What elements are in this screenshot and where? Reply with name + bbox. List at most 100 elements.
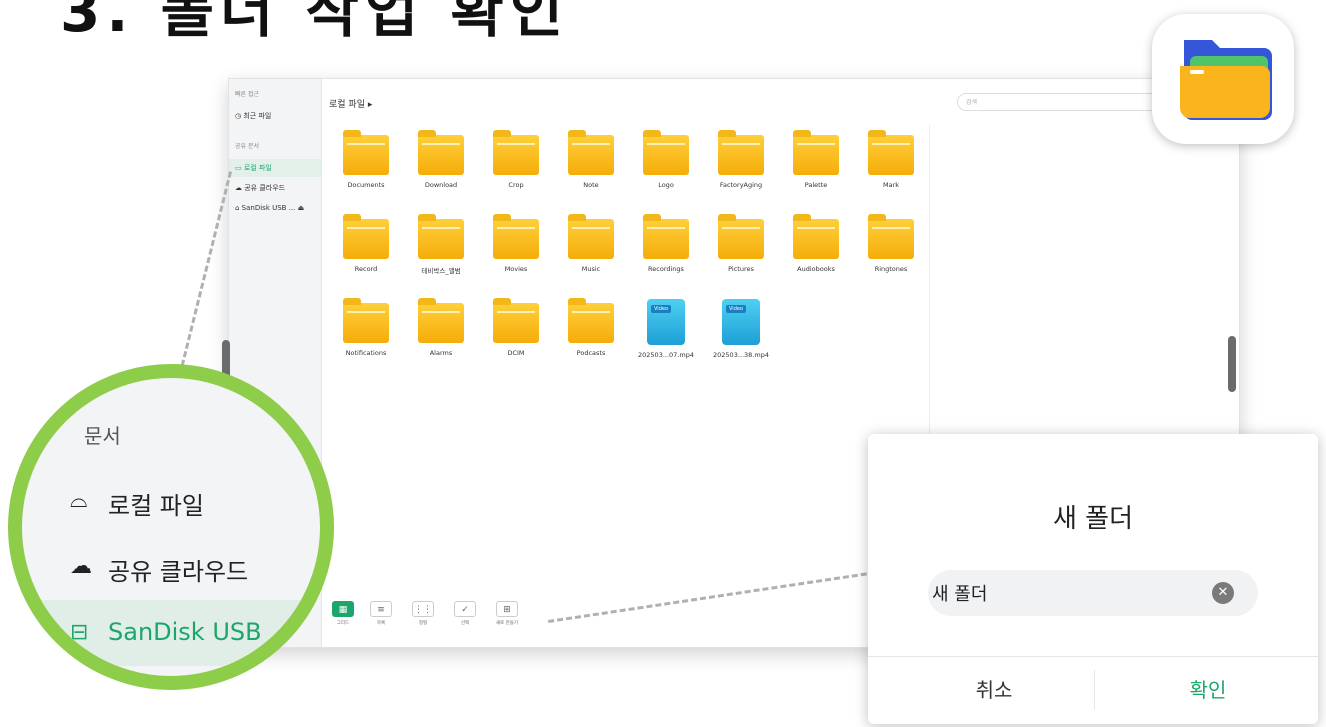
file-name: Audiobooks	[797, 265, 835, 273]
cancel-button[interactable]: 취소	[894, 674, 1094, 703]
video-badge: Video	[726, 305, 747, 313]
video-badge: Video	[651, 305, 672, 313]
folder-icon	[718, 214, 764, 259]
folder-icon	[793, 130, 839, 175]
confirm-button[interactable]: 확인	[1108, 674, 1308, 703]
file-item[interactable]: Pictures	[704, 214, 778, 273]
file-manager-app-icon	[1152, 14, 1294, 144]
cloud-icon: ☁	[235, 184, 245, 192]
sort-icon: ⋮⋮	[412, 601, 434, 617]
folder-icon	[643, 214, 689, 259]
file-name: Alarms	[429, 349, 453, 357]
file-name: 202503...07.mp4	[638, 351, 694, 359]
file-name: Documents	[347, 181, 385, 189]
file-name: Download	[424, 181, 458, 189]
grid-icon: ▦	[332, 601, 354, 617]
list-icon: ≡	[370, 601, 392, 617]
sidebar-item-cloud[interactable]: ☁ 공유 클라우드	[235, 179, 321, 197]
folder-icon	[418, 214, 464, 259]
page-heading: 3. 폴더 작업 확인	[60, 0, 570, 45]
sidebar-item-label: 로컬 파일	[243, 164, 272, 172]
file-item[interactable]: Palette	[779, 130, 853, 189]
check-circle-icon: ✓	[454, 601, 476, 617]
folder-icon	[493, 298, 539, 343]
file-name: Crop	[508, 181, 524, 189]
file-item[interactable]: Record	[329, 214, 403, 273]
new-folder-button[interactable]: ⊞ 새로 만들기	[493, 601, 521, 626]
select-label: 선택	[460, 621, 470, 626]
usb-icon: ⊟	[70, 620, 89, 645]
file-item[interactable]: Logo	[629, 130, 703, 189]
grid-view-button[interactable]: ▦ 그리드	[329, 601, 357, 626]
file-item[interactable]: Ringtones	[854, 214, 928, 273]
right-edge-handle[interactable]	[1228, 336, 1236, 392]
file-item[interactable]: Download	[404, 130, 478, 189]
file-item[interactable]: Note	[554, 130, 628, 189]
file-item[interactable]: Audiobooks	[779, 214, 853, 273]
file-item[interactable]: Video 202503...38.mp4	[704, 299, 778, 359]
zoom-item-label: 로컬 파일	[108, 492, 204, 520]
file-name: Movies	[504, 265, 528, 273]
usb-icon: ⌂	[235, 204, 242, 212]
video-file-icon: Video	[722, 299, 760, 345]
file-name: Record	[354, 265, 378, 273]
sidebar-item-local[interactable]: ▭ 로컬 파일	[229, 159, 321, 177]
file-item[interactable]: Notifications	[329, 298, 403, 357]
zoom-section-label: 문서	[84, 424, 121, 448]
eject-icon[interactable]: ⏏	[302, 620, 320, 644]
file-item[interactable]: Documents	[329, 130, 403, 189]
folder-icon	[568, 130, 614, 175]
select-button[interactable]: ✓ 선택	[451, 601, 479, 626]
list-view-label: 목록	[376, 621, 386, 626]
zoom-item-local[interactable]: ⌓ 로컬 파일	[22, 468, 320, 534]
grid-view-label: 그리드	[336, 621, 350, 626]
folder-app-icon	[1180, 40, 1272, 120]
file-item[interactable]: DCIM	[479, 298, 553, 357]
folder-icon	[793, 214, 839, 259]
sidebar-item-usb[interactable]: ⌂ SanDisk USB ... ⏏	[235, 199, 321, 217]
dialog-title: 새 폴더	[1052, 504, 1134, 534]
sort-button[interactable]: ⋮⋮ 정렬	[409, 601, 437, 626]
folder-name-input[interactable]	[928, 570, 1258, 616]
list-view-button[interactable]: ≡ 목록	[367, 601, 395, 626]
zoom-item-label: SanDisk USB ...	[108, 618, 293, 646]
drive-icon: ⌓	[70, 488, 88, 513]
file-item[interactable]: Recordings	[629, 214, 703, 273]
callout-connector	[180, 171, 232, 367]
file-name: Notifications	[345, 349, 387, 357]
file-name: 테비박스_앨범	[421, 267, 461, 275]
folder-icon	[493, 214, 539, 259]
folder-icon	[718, 130, 764, 175]
file-item[interactable]: Crop	[479, 130, 553, 189]
file-item[interactable]: Mark	[854, 130, 928, 189]
file-name: 202503...38.mp4	[713, 351, 769, 359]
folder-icon	[343, 214, 389, 259]
sidebar-item-label: 최근 파일	[243, 112, 272, 120]
zoom-item-usb[interactable]: ⊟ SanDisk USB ... ⏏	[22, 600, 320, 666]
drive-icon: ▭	[235, 164, 244, 172]
sort-label: 정렬	[418, 621, 428, 626]
file-name: Music	[581, 265, 601, 273]
file-item[interactable]: 테비박스_앨범	[404, 214, 478, 275]
folder-icon	[868, 130, 914, 175]
file-item[interactable]: Music	[554, 214, 628, 273]
clear-input-icon[interactable]: ✕	[1212, 582, 1234, 604]
file-item[interactable]: Video 202503...07.mp4	[629, 299, 703, 359]
sidebar-item-recent[interactable]: ◷ 최근 파일	[235, 107, 321, 125]
zoom-item-cloud[interactable]: ☁ 공유 클라우드	[22, 534, 320, 600]
file-item[interactable]: FactoryAging	[704, 130, 778, 189]
breadcrumb[interactable]: 로컬 파일 ▸	[329, 97, 372, 110]
file-item[interactable]: Alarms	[404, 298, 478, 357]
file-item[interactable]: Movies	[479, 214, 553, 273]
file-name: Recordings	[648, 265, 684, 273]
new-folder-dialog: 새 폴더 ✕ 취소 확인	[868, 434, 1318, 724]
zoom-callout: 문서 ⌓ 로컬 파일 ☁ 공유 클라우드 ⊟ SanDisk USB ... ⏏	[8, 364, 334, 690]
folder-icon	[568, 214, 614, 259]
eject-icon[interactable]: ⏏	[295, 204, 305, 212]
file-name: Note	[583, 181, 599, 189]
file-item[interactable]: Podcasts	[554, 298, 628, 357]
file-name: Logo	[658, 181, 674, 189]
button-divider	[1094, 670, 1095, 710]
video-file-icon: Video	[647, 299, 685, 345]
file-name: Mark	[882, 181, 900, 189]
